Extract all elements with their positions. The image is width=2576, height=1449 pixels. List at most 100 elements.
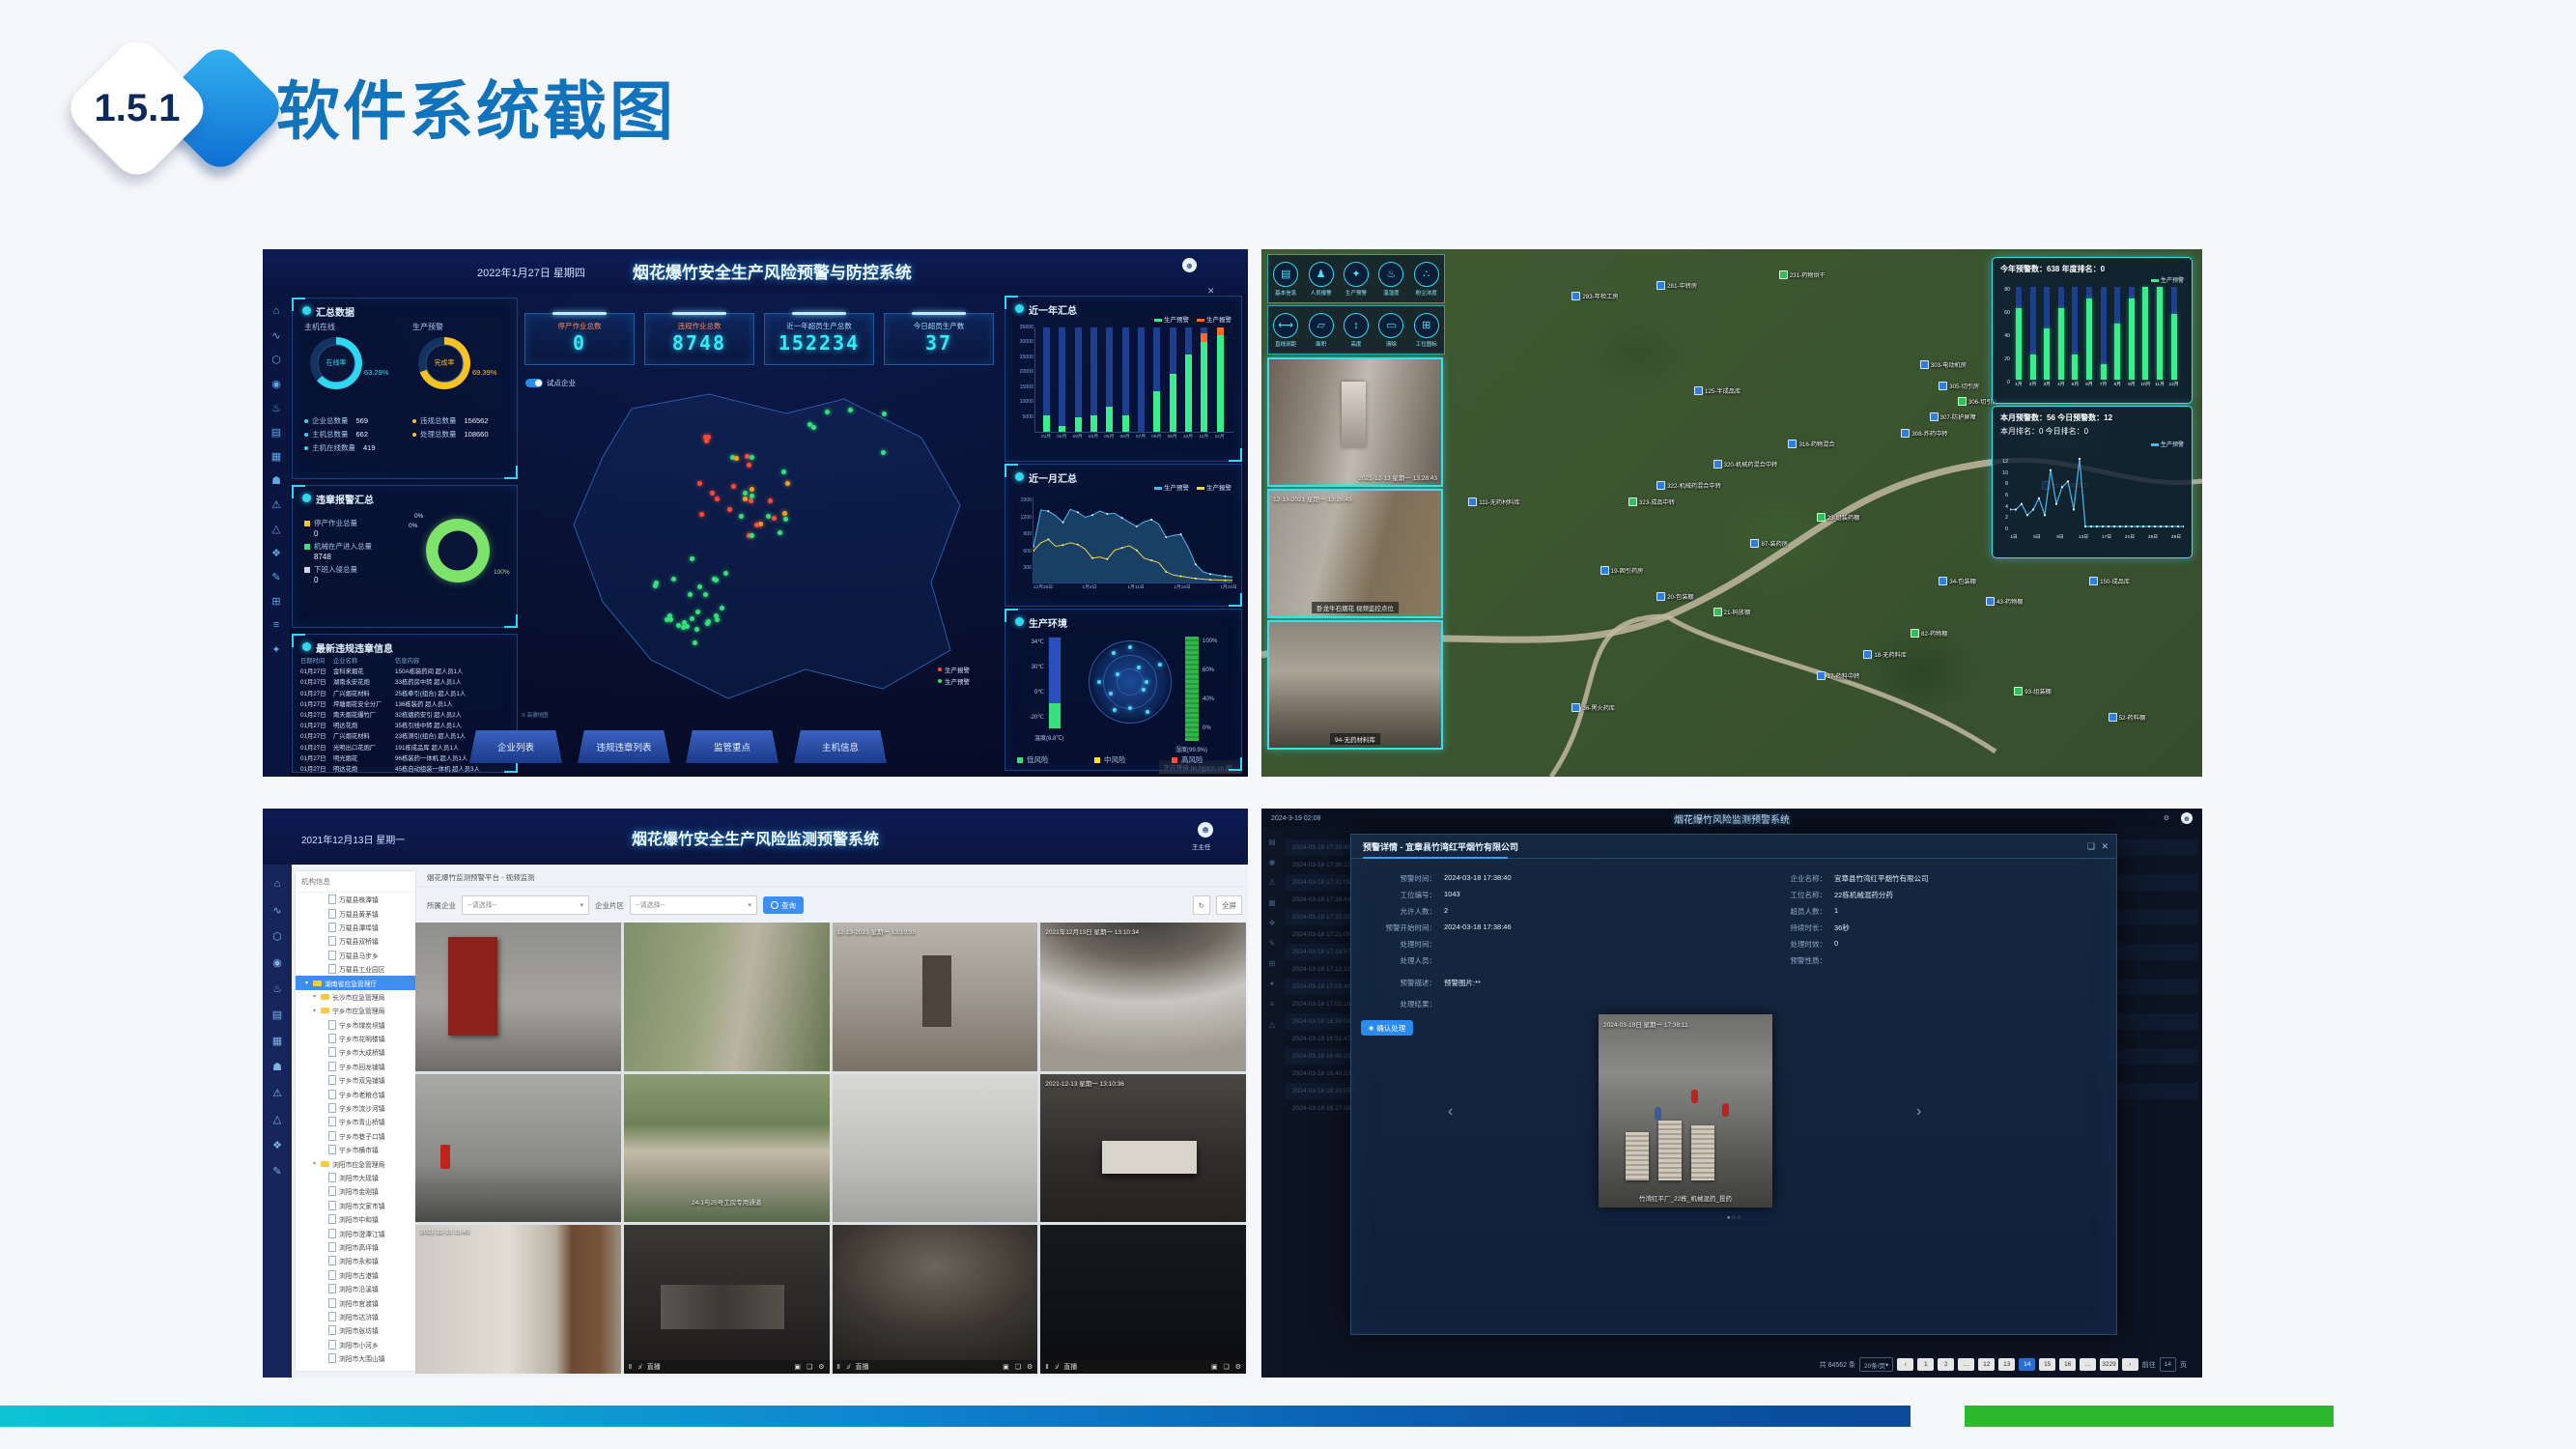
enterprise-dot[interactable] <box>690 556 694 561</box>
map-marker[interactable]: 281-中转房 <box>1656 281 1697 290</box>
pip-icon[interactable]: ▣ <box>1003 1363 1009 1371</box>
pause-icon[interactable]: Ⅱ <box>629 1363 632 1371</box>
tree-item[interactable]: 万载县潭埠镇 <box>296 921 415 934</box>
alarm-icon[interactable]: ▦ <box>269 1033 285 1048</box>
trend-icon[interactable]: ∿ <box>269 902 285 918</box>
pause-icon[interactable]: Ⅱ <box>837 1363 840 1371</box>
map-marker[interactable]: 150-成品库 <box>2089 577 2130 585</box>
tool-clipboard[interactable]: ▤基本信息 <box>1270 262 1302 297</box>
map-marker[interactable]: 19-固引药房 <box>1600 566 1644 575</box>
mute-icon[interactable]: ♪̸ <box>1055 1364 1059 1371</box>
page-button-‹[interactable]: ‹ <box>1897 1358 1913 1371</box>
map-marker[interactable]: 320-机械药混合中转 <box>1713 460 1778 469</box>
search-button[interactable]: 查询 <box>763 896 804 914</box>
video-cell-2[interactable] <box>624 923 830 1071</box>
enterprise-dot[interactable] <box>723 571 728 576</box>
grid-icon[interactable]: ▦ <box>269 448 284 464</box>
star-icon[interactable]: ✦ <box>269 641 284 657</box>
enterprise-dot[interactable] <box>766 514 771 519</box>
enterprise-dot[interactable] <box>714 578 719 582</box>
temp-icon[interactable]: ♨ <box>269 980 285 996</box>
enterprise-dot[interactable] <box>811 425 816 430</box>
per-page-select[interactable]: 20条/页 ▾ <box>1859 1357 1893 1372</box>
tree-item[interactable]: 宁乡市青山桥镇 <box>296 1115 415 1128</box>
tool-height[interactable]: ↕高度 <box>1340 313 1372 348</box>
enterprise-dot[interactable] <box>682 620 687 625</box>
pilot-enterprise-toggle[interactable]: 试点企业 <box>525 378 576 388</box>
pause-icon[interactable]: Ⅱ <box>1045 1363 1048 1371</box>
video-cell-12[interactable]: Ⅱ♪̸直播▣❏⚙ <box>1040 1225 1246 1374</box>
tree-item[interactable]: ▾浏阳市应急管理局 <box>296 1156 415 1170</box>
video-cell-9[interactable]: 2021-12-13 13:45 <box>415 1225 621 1374</box>
map-marker[interactable]: 93-组装棚 <box>2014 687 2052 696</box>
tree-item[interactable]: 浏阳市高坪镇 <box>296 1240 415 1254</box>
modal-close-icon[interactable]: ✕ <box>2101 841 2109 852</box>
page-button-2[interactable]: 2 <box>1938 1358 1954 1371</box>
next-arrow[interactable]: › <box>1916 1103 1921 1121</box>
video-cell-11[interactable]: Ⅱ♪̸直播▣❏⚙ <box>833 1225 1038 1374</box>
violation-row[interactable]: 01月27日南天烟花爆竹厂32栋烟药安引 超人员2人 <box>300 710 511 719</box>
grid-icon[interactable]: ▤ <box>269 1007 285 1022</box>
enterprise-dot[interactable] <box>694 627 699 632</box>
map-marker[interactable]: 18-无药料库 <box>1863 650 1907 659</box>
video-cell-5[interactable] <box>415 1074 621 1223</box>
tree-item[interactable]: 宁乡市花明楼镇 <box>296 1032 415 1045</box>
enterprise-dot[interactable] <box>750 494 754 498</box>
mute-icon[interactable]: ♪̸ <box>846 1364 850 1371</box>
tree-item[interactable]: 宁乡市横市镇 <box>296 1143 415 1156</box>
warning-icon[interactable]: ⚠ <box>269 497 284 512</box>
pip-icon[interactable]: ▣ <box>794 1363 801 1371</box>
video-cell-8[interactable]: 2021-12-13 星期一 13:10:36 <box>1040 1074 1246 1223</box>
enterprise-dot[interactable] <box>703 592 708 597</box>
video-cell-6[interactable]: 24-1与25号工房专用通道 <box>624 1074 830 1223</box>
area-select[interactable]: --请选择--▾ <box>630 895 757 915</box>
map-marker[interactable]: 308-炸药中转 <box>1901 429 1947 438</box>
tree-item[interactable]: 浏阳市中和镇 <box>296 1212 415 1226</box>
tree-item[interactable]: 万载县株潭镇 <box>296 893 415 906</box>
warning-photo[interactable]: 2024-03-18日 星期一 17:38:11竹湾红平厂_22栋_机械混药_投… <box>1599 1014 1772 1208</box>
map-marker[interactable]: 21-码放棚 <box>1713 608 1751 616</box>
enterprise-dot[interactable] <box>781 469 786 474</box>
map-marker[interactable]: 111-无药材料库 <box>1468 497 1519 506</box>
enterprise-dot[interactable] <box>785 481 790 486</box>
page-button-14[interactable]: 14 <box>2019 1358 2035 1371</box>
target-icon[interactable]: ◉ <box>269 376 284 391</box>
tree-item[interactable]: 宁乡市双凫铺镇 <box>296 1073 415 1087</box>
tree-item[interactable]: 万载县工业园区 <box>296 962 415 976</box>
triangle-icon[interactable]: ☗ <box>269 1059 285 1074</box>
page-button-…[interactable]: … <box>2080 1358 2096 1371</box>
building-icon[interactable]: ▤ <box>269 424 284 440</box>
video-cell-10[interactable]: Ⅱ♪̸直播▣❏⚙ <box>624 1225 830 1374</box>
enterprise-select[interactable]: --请选择--▾ <box>462 895 589 915</box>
tree-item[interactable]: 万载县黄茅镇 <box>296 906 415 920</box>
violation-row[interactable]: 01月27日明达花炮45栋自动组装一体机 超人员3人 <box>300 764 511 773</box>
map-marker[interactable]: 322-机械药混合中转 <box>1656 481 1721 490</box>
page-button-13[interactable]: 13 <box>1998 1358 2015 1371</box>
map-marker[interactable]: 316-药物混合 <box>1788 440 1834 448</box>
toggle-pill[interactable] <box>525 379 543 387</box>
page-button-16[interactable]: 16 <box>2059 1358 2076 1371</box>
map-marker[interactable]: 20-包装棚 <box>1656 592 1694 601</box>
tree-item[interactable]: 宁乡市流沙河镇 <box>296 1101 415 1115</box>
fullscreen-icon[interactable]: ❏ <box>807 1363 812 1371</box>
tree-item[interactable]: 宁乡市回龙铺镇 <box>296 1060 415 1073</box>
map-marker[interactable]: 82-药物棚 <box>1911 629 1948 638</box>
tree-item[interactable]: ▾宁乡市应急管理局 <box>296 1004 415 1017</box>
edit-icon[interactable]: ✎ <box>269 569 284 584</box>
mute-icon[interactable]: ♪̸ <box>637 1364 641 1371</box>
tree-item[interactable]: 万载县马步乡 <box>296 949 415 962</box>
map-marker[interactable]: 305-切引房 <box>1939 382 1979 390</box>
enterprise-dot[interactable] <box>704 439 709 443</box>
temp-icon[interactable]: ♨ <box>269 400 284 415</box>
gear-icon[interactable]: ⚙ <box>1235 1363 1241 1371</box>
tab-3[interactable]: 监管重点 <box>686 730 778 763</box>
tool-dust[interactable]: ∴粉尘浓度 <box>1410 262 1442 297</box>
enterprise-dot[interactable] <box>750 533 754 538</box>
goto-input[interactable]: 14 <box>2160 1357 2176 1372</box>
apps-icon[interactable]: ❖ <box>269 1137 285 1152</box>
enterprise-dot[interactable] <box>848 408 853 412</box>
page-button-15[interactable]: 15 <box>2039 1358 2055 1371</box>
page-button-12[interactable]: 12 <box>1978 1358 1995 1371</box>
star-icon[interactable]: ✎ <box>269 1163 285 1179</box>
enterprise-dot[interactable] <box>693 640 697 645</box>
